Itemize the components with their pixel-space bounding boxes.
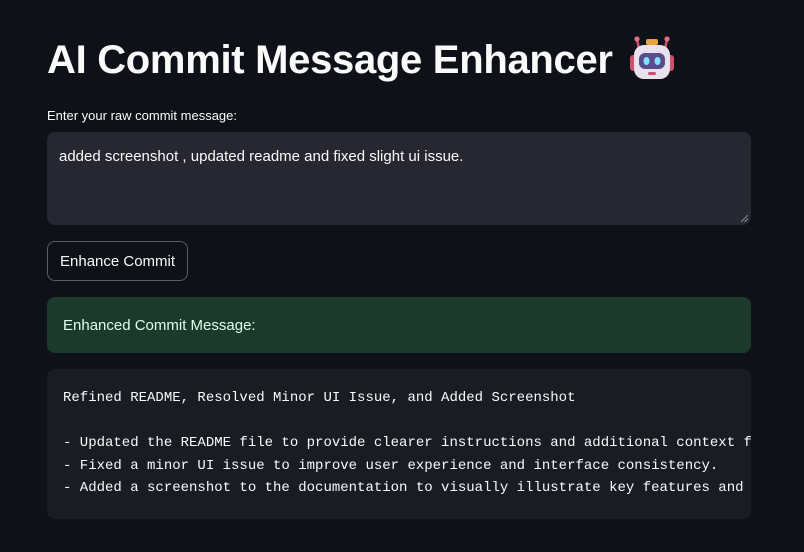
code-line: - Added a screenshot to the documentatio… xyxy=(63,480,744,496)
code-line: - Updated the README file to provide cle… xyxy=(63,435,751,451)
resize-handle-icon[interactable] xyxy=(741,215,748,222)
enhanced-message-code-block: Refined README, Resolved Minor UI Issue,… xyxy=(47,369,751,519)
success-alert-text: Enhanced Commit Message: xyxy=(63,316,256,334)
page-title-text: AI Commit Message Enhancer xyxy=(47,38,613,82)
code-line: Refined README, Resolved Minor UI Issue,… xyxy=(63,390,576,406)
page-title: AI Commit Message Enhancer xyxy=(47,32,675,88)
code-line: - Fixed a minor UI issue to improve user… xyxy=(63,457,719,474)
commit-input-container: added screenshot , updated readme and fi… xyxy=(47,132,751,225)
commit-message-input[interactable]: added screenshot , updated readme and fi… xyxy=(47,132,751,225)
enhance-commit-button[interactable]: Enhance Commit xyxy=(47,241,189,281)
commit-input-label: Enter your raw commit message: xyxy=(47,108,238,123)
app-page: AI Commit Message Enhancer Enter your ra… xyxy=(0,0,804,552)
success-alert: Enhanced Commit Message: xyxy=(47,297,751,353)
robot-icon xyxy=(629,36,674,79)
